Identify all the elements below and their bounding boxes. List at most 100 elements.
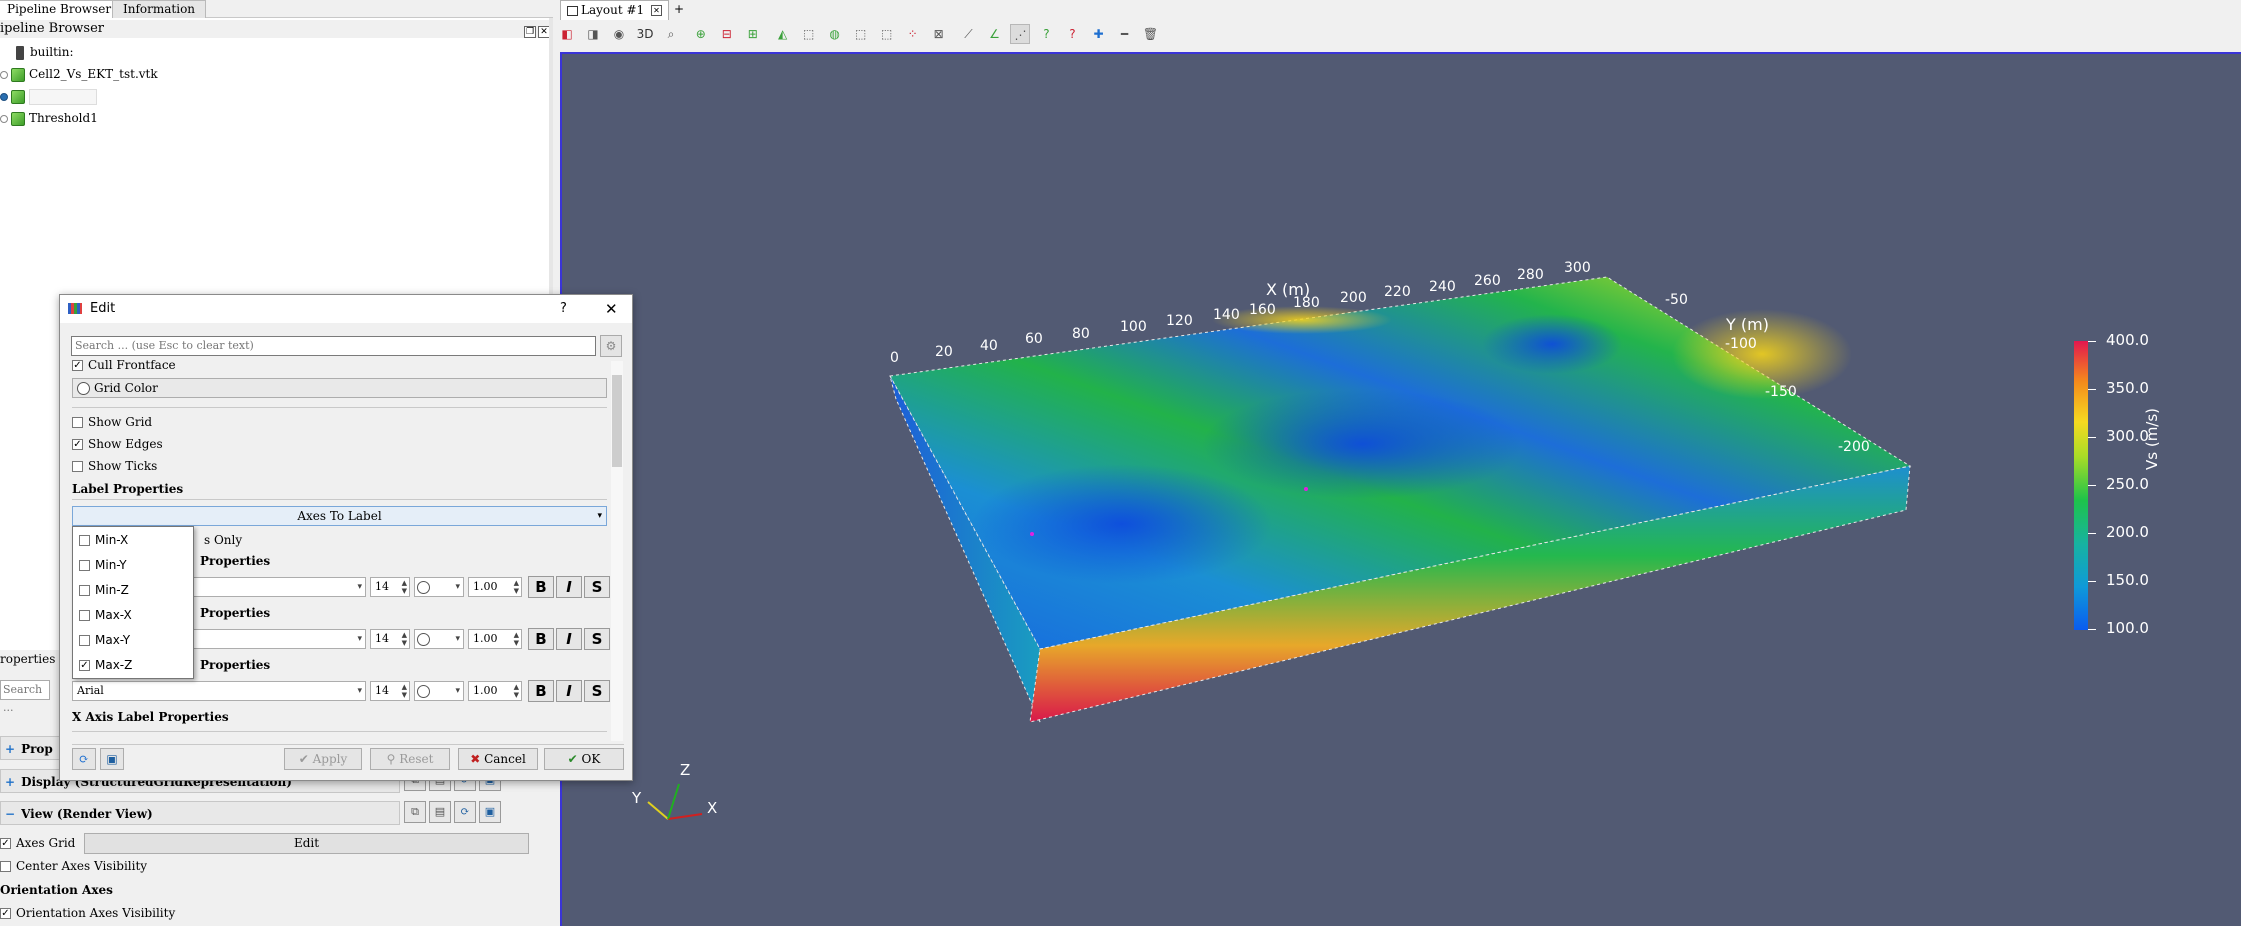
reset-button[interactable]: ⚲ Reset bbox=[370, 748, 450, 770]
grid-color-button[interactable]: Grid Color bbox=[72, 378, 607, 398]
axis-option-checkbox[interactable] bbox=[79, 560, 90, 571]
zoom-to-box-icon[interactable]: ⌕ bbox=[661, 24, 681, 44]
remove-icon[interactable]: ━ bbox=[1114, 24, 1134, 44]
add-layout-tab[interactable]: + bbox=[668, 0, 690, 20]
opacity-spinbox[interactable]: 1.00 ▲ ▼ bbox=[468, 629, 522, 649]
close-tab-icon[interactable]: ✕ bbox=[651, 5, 663, 16]
probe-icon[interactable]: ? bbox=[1036, 24, 1056, 44]
float-icon[interactable]: ❐ bbox=[524, 26, 536, 38]
scalar-bar[interactable] bbox=[2074, 341, 2088, 630]
spin-arrows-icon[interactable]: ▲ ▼ bbox=[514, 579, 519, 595]
axis-option-max-z[interactable]: ✓ Max-Z bbox=[79, 654, 132, 676]
eye-closed-icon[interactable] bbox=[0, 70, 8, 79]
pipeline-item[interactable]: Cell2_Vs_EKT_tst.vtk bbox=[0, 63, 158, 85]
font-color-combo[interactable]: ▾ bbox=[414, 629, 464, 649]
reset-icon[interactable]: ⟳ bbox=[454, 801, 476, 823]
close-dialog-button[interactable]: ✕ bbox=[605, 295, 618, 323]
save-icon[interactable]: ▣ bbox=[479, 801, 501, 823]
help-button[interactable]: ? bbox=[560, 295, 567, 323]
font-color-combo[interactable]: ▾ bbox=[414, 577, 464, 597]
opacity-spinbox[interactable]: 1.00 ▲ ▼ bbox=[468, 681, 522, 701]
tab-pipeline-browser[interactable]: Pipeline Browser bbox=[0, 0, 123, 18]
pick-point-icon[interactable]: ⋰ bbox=[1010, 24, 1031, 44]
font-size-spinbox[interactable]: 14 ▲ ▼ bbox=[370, 577, 410, 597]
spin-arrows-icon[interactable]: ▲ ▼ bbox=[514, 631, 519, 647]
font-family-combo[interactable]: Arial ▾ bbox=[72, 681, 366, 701]
axis-option-checkbox[interactable] bbox=[79, 535, 90, 546]
properties-search[interactable]: Search ... bbox=[0, 680, 50, 714]
apply-button[interactable]: ✔ Apply bbox=[284, 748, 362, 770]
render-scene[interactable] bbox=[562, 54, 2241, 926]
ok-button[interactable]: ✔ OK bbox=[544, 748, 624, 770]
axis-option-checkbox[interactable] bbox=[79, 610, 90, 621]
axis-option-max-x[interactable]: Max-X bbox=[79, 604, 132, 626]
spin-arrows-icon[interactable]: ▲ ▼ bbox=[402, 683, 407, 699]
axes-to-label-dropdown[interactable]: Axes To Label ▾ bbox=[72, 506, 607, 526]
dialog-titlebar[interactable]: Edit ? ✕ bbox=[60, 295, 632, 323]
pipeline-server[interactable]: builtin: bbox=[0, 41, 74, 63]
show-grid-checkbox[interactable] bbox=[72, 417, 83, 428]
shadow-button[interactable]: S bbox=[584, 680, 610, 702]
paste-icon[interactable]: ▤ bbox=[429, 801, 451, 823]
gear-icon[interactable]: ⚙ bbox=[600, 335, 622, 357]
shadow-button[interactable]: S bbox=[584, 628, 610, 650]
save-defaults-icon[interactable]: ▣ bbox=[100, 748, 124, 770]
scrollbar-thumb[interactable] bbox=[612, 375, 622, 467]
axis-option-min-y[interactable]: Min-Y bbox=[79, 554, 127, 576]
hover-points-icon[interactable]: ⬚ bbox=[851, 24, 871, 44]
axis-option-min-x[interactable]: Min-X bbox=[79, 529, 128, 551]
axis-option-checkbox[interactable]: ✓ bbox=[79, 660, 90, 671]
eye-open-icon[interactable] bbox=[0, 92, 8, 101]
axis-option-max-y[interactable]: Max-Y bbox=[79, 629, 130, 651]
font-size-spinbox[interactable]: 14 ▲ ▼ bbox=[370, 629, 410, 649]
orientation-axes-checkbox[interactable]: ✓ bbox=[0, 908, 11, 919]
cancel-button[interactable]: ✖ Cancel bbox=[458, 748, 538, 770]
render-view[interactable]: X Y Z X (m) Y (m) 0 20 40 60 80 100 120 140 160 1… bbox=[560, 52, 2241, 926]
select-points-icon[interactable]: ⊟ bbox=[717, 24, 737, 44]
show-ticks-checkbox[interactable] bbox=[72, 461, 83, 472]
copy-icon[interactable]: ⧉ bbox=[404, 801, 426, 823]
pipeline-item-name-field[interactable] bbox=[29, 88, 97, 105]
pipeline-item-selected[interactable] bbox=[0, 85, 97, 107]
shadow-button[interactable]: S bbox=[584, 576, 610, 598]
select-blocks-icon[interactable]: ⬚ bbox=[799, 24, 819, 44]
italic-button[interactable]: I bbox=[556, 576, 582, 598]
add-icon[interactable]: ✚ bbox=[1088, 24, 1108, 44]
eye-closed-icon[interactable] bbox=[0, 114, 8, 123]
italic-button[interactable]: I bbox=[556, 628, 582, 650]
query-icon[interactable]: ? bbox=[1062, 24, 1082, 44]
bold-button[interactable]: B bbox=[528, 628, 554, 650]
hover-cells-icon[interactable]: ⬚ bbox=[877, 24, 897, 44]
shrink-selection-icon[interactable]: ⊠ bbox=[929, 24, 949, 44]
split-horizontal-icon[interactable]: ◧ bbox=[557, 24, 577, 44]
opacity-spinbox[interactable]: 1.00 ▲ ▼ bbox=[468, 577, 522, 597]
axis-option-checkbox[interactable] bbox=[79, 585, 90, 596]
interactive-select-icon[interactable]: ◍ bbox=[825, 24, 845, 44]
toggle-3d-button[interactable]: 3D bbox=[635, 24, 655, 44]
axis-option-min-z[interactable]: Min-Z bbox=[79, 579, 129, 601]
axes-grid-checkbox[interactable]: ✓ bbox=[0, 838, 11, 849]
tab-information[interactable]: Information bbox=[112, 0, 207, 18]
capture-icon[interactable]: ◉ bbox=[609, 24, 629, 44]
cull-frontface-checkbox[interactable]: ✓ bbox=[72, 360, 83, 371]
spin-arrows-icon[interactable]: ▲ ▼ bbox=[514, 683, 519, 699]
bold-button[interactable]: B bbox=[528, 576, 554, 598]
axes-grid-edit-button[interactable]: Edit bbox=[84, 833, 529, 854]
select-frustum-icon[interactable]: ⊞ bbox=[743, 24, 763, 44]
font-size-spinbox[interactable]: 14 ▲ ▼ bbox=[370, 681, 410, 701]
font-color-combo[interactable]: ▾ bbox=[414, 681, 464, 701]
grow-selection-icon[interactable]: ⁘ bbox=[903, 24, 923, 44]
spin-arrows-icon[interactable]: ▲ ▼ bbox=[402, 579, 407, 595]
refresh-icon[interactable]: ⟳ bbox=[72, 748, 96, 770]
tab-layout-1[interactable]: Layout #1 ✕ bbox=[560, 0, 670, 20]
ruler-icon[interactable]: ⟋ bbox=[958, 24, 978, 44]
select-cells-icon[interactable]: ⊕ bbox=[691, 24, 711, 44]
italic-button[interactable]: I bbox=[556, 680, 582, 702]
properties-tab[interactable]: roperties bbox=[0, 650, 55, 668]
center-axes-checkbox[interactable] bbox=[0, 861, 11, 872]
dialog-scrollbar[interactable] bbox=[611, 361, 623, 741]
dialog-search-input[interactable]: Search ... (use Esc to clear text) bbox=[71, 336, 596, 356]
split-vertical-icon[interactable]: ◨ bbox=[583, 24, 603, 44]
angle-icon[interactable]: ∠ bbox=[984, 24, 1004, 44]
pipeline-item[interactable]: Threshold1 bbox=[0, 107, 98, 129]
